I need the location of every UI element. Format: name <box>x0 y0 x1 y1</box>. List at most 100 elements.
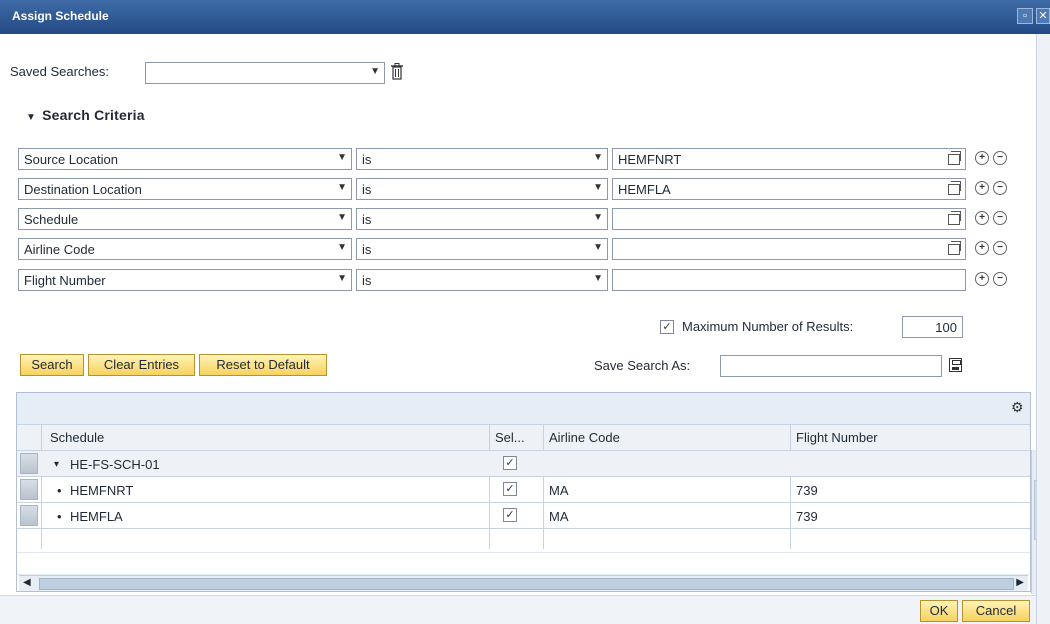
criteria-field-value: Source Location <box>24 152 118 167</box>
criteria-operator-dropdown[interactable]: is ▼ <box>356 269 608 291</box>
close-icon[interactable]: ✕ <box>1036 8 1050 24</box>
criteria-value-text: HEMFLA <box>618 182 671 197</box>
table-row[interactable]: • HEMFLA ✓ MA 739 <box>17 503 1030 529</box>
save-icon[interactable] <box>949 358 962 372</box>
row-selector[interactable] <box>20 505 38 526</box>
criteria-operator-value: is <box>362 273 372 288</box>
add-icon[interactable]: + <box>975 181 989 195</box>
criteria-field-dropdown[interactable]: Destination Location ▼ <box>18 178 352 200</box>
criteria-operator-dropdown[interactable]: is ▼ <box>356 148 608 170</box>
remove-icon[interactable]: − <box>993 272 1007 286</box>
add-icon[interactable]: + <box>975 272 989 286</box>
schedule-cell: HEMFNRT <box>70 483 134 498</box>
table-row[interactable]: ▾ HE-FS-SCH-01 ✓ <box>17 451 1030 477</box>
criteria-field-dropdown[interactable]: Airline Code ▼ <box>18 238 352 260</box>
maximize-icon[interactable]: ▫ <box>1017 8 1033 24</box>
search-criteria-title: Search Criteria <box>42 107 145 123</box>
collapse-triangle-icon: ▼ <box>26 112 37 123</box>
column-header-schedule[interactable]: Schedule <box>50 430 104 445</box>
chevron-down-icon: ▼ <box>370 66 380 77</box>
table-toolbar: ⚙ <box>17 393 1030 425</box>
personalize-icon[interactable]: ⚙ <box>1011 399 1024 416</box>
saved-searches-label: Saved Searches: <box>10 64 110 79</box>
dialog-footer: OK Cancel <box>0 595 1036 624</box>
expand-triangle-icon[interactable]: ▾ <box>54 459 59 470</box>
remove-icon[interactable]: − <box>993 241 1007 255</box>
criteria-field-value: Airline Code <box>24 242 95 257</box>
copy-icon[interactable] <box>948 211 961 225</box>
row-selector[interactable] <box>20 453 38 474</box>
scroll-right-icon[interactable]: ▶ <box>1016 577 1024 588</box>
criteria-operator-value: is <box>362 182 372 197</box>
search-criteria-header[interactable]: ▼ Search Criteria <box>26 107 145 123</box>
chevron-down-icon: ▼ <box>593 152 603 163</box>
max-results-checkbox[interactable]: ✓ <box>660 320 674 334</box>
criteria-field-dropdown[interactable]: Source Location ▼ <box>18 148 352 170</box>
add-icon[interactable]: + <box>975 241 989 255</box>
saved-searches-dropdown[interactable]: ▼ <box>145 62 385 84</box>
dialog-content: Saved Searches: ▼ ▼ Search Criteria Sourc… <box>0 34 1050 624</box>
bullet-icon: • <box>57 483 62 498</box>
max-results-label: Maximum Number of Results: <box>682 319 854 334</box>
schedule-cell: HEMFLA <box>70 509 123 524</box>
chevron-down-icon: ▼ <box>593 273 603 284</box>
window-title: Assign Schedule <box>12 9 109 23</box>
chevron-down-icon: ▼ <box>337 212 347 223</box>
reset-to-default-button[interactable]: Reset to Default <box>199 354 327 376</box>
flight-cell: 739 <box>796 483 818 498</box>
criteria-operator-dropdown[interactable]: is ▼ <box>356 208 608 230</box>
criteria-operator-value: is <box>362 242 372 257</box>
criteria-field-value: Schedule <box>24 212 79 227</box>
flight-cell: 739 <box>796 509 818 524</box>
chevron-down-icon: ▼ <box>337 182 347 193</box>
select-checkbox[interactable]: ✓ <box>503 482 517 496</box>
copy-icon[interactable] <box>948 181 961 195</box>
chevron-down-icon: ▼ <box>593 212 603 223</box>
ok-button[interactable]: OK <box>920 600 958 622</box>
criteria-operator-value: is <box>362 212 372 227</box>
criteria-value-input[interactable]: HEMFLA <box>612 178 966 200</box>
save-search-input[interactable] <box>720 355 942 377</box>
criteria-value-input[interactable] <box>612 208 966 230</box>
cancel-button[interactable]: Cancel <box>962 600 1030 622</box>
chevron-down-icon: ▼ <box>337 242 347 253</box>
chevron-down-icon: ▼ <box>337 152 347 163</box>
scroll-left-icon[interactable]: ◀ <box>23 577 31 588</box>
add-icon[interactable]: + <box>975 151 989 165</box>
chevron-down-icon: ▼ <box>593 242 603 253</box>
max-results-input[interactable]: 100 <box>902 316 963 338</box>
copy-icon[interactable] <box>948 151 961 165</box>
save-search-label: Save Search As: <box>594 358 691 373</box>
column-header-flight-number[interactable]: Flight Number <box>796 430 878 445</box>
column-header-airline-code[interactable]: Airline Code <box>549 430 620 445</box>
table-row[interactable]: • HEMFNRT ✓ MA 739 <box>17 477 1030 503</box>
criteria-field-value: Destination Location <box>24 182 142 197</box>
dialog-vertical-scrollbar[interactable] <box>1036 34 1050 624</box>
table-horizontal-scrollbar[interactable]: ◀ ▶ <box>19 575 1028 591</box>
max-results-value: 100 <box>935 320 957 335</box>
search-button[interactable]: Search <box>20 354 84 376</box>
row-selector[interactable] <box>20 479 38 500</box>
criteria-value-input[interactable] <box>612 238 966 260</box>
criteria-operator-dropdown[interactable]: is ▼ <box>356 178 608 200</box>
remove-icon[interactable]: − <box>993 211 1007 225</box>
clear-entries-button[interactable]: Clear Entries <box>88 354 195 376</box>
remove-icon[interactable]: − <box>993 181 1007 195</box>
copy-icon[interactable] <box>948 241 961 255</box>
chevron-down-icon: ▼ <box>337 273 347 284</box>
select-checkbox[interactable]: ✓ <box>503 456 517 470</box>
criteria-field-value: Flight Number <box>24 273 106 288</box>
criteria-value-input[interactable] <box>612 269 966 291</box>
column-header-selected[interactable]: Sel... <box>495 430 525 445</box>
criteria-value-input[interactable]: HEMFNRT <box>612 148 966 170</box>
remove-icon[interactable]: − <box>993 151 1007 165</box>
add-icon[interactable]: + <box>975 211 989 225</box>
criteria-field-dropdown[interactable]: Schedule ▼ <box>18 208 352 230</box>
criteria-operator-dropdown[interactable]: is ▼ <box>356 238 608 260</box>
criteria-field-dropdown[interactable]: Flight Number ▼ <box>18 269 352 291</box>
scroll-thumb[interactable] <box>39 578 1014 590</box>
criteria-operator-value: is <box>362 152 372 167</box>
airline-cell: MA <box>549 509 569 524</box>
select-checkbox[interactable]: ✓ <box>503 508 517 522</box>
trash-icon[interactable] <box>390 63 404 80</box>
